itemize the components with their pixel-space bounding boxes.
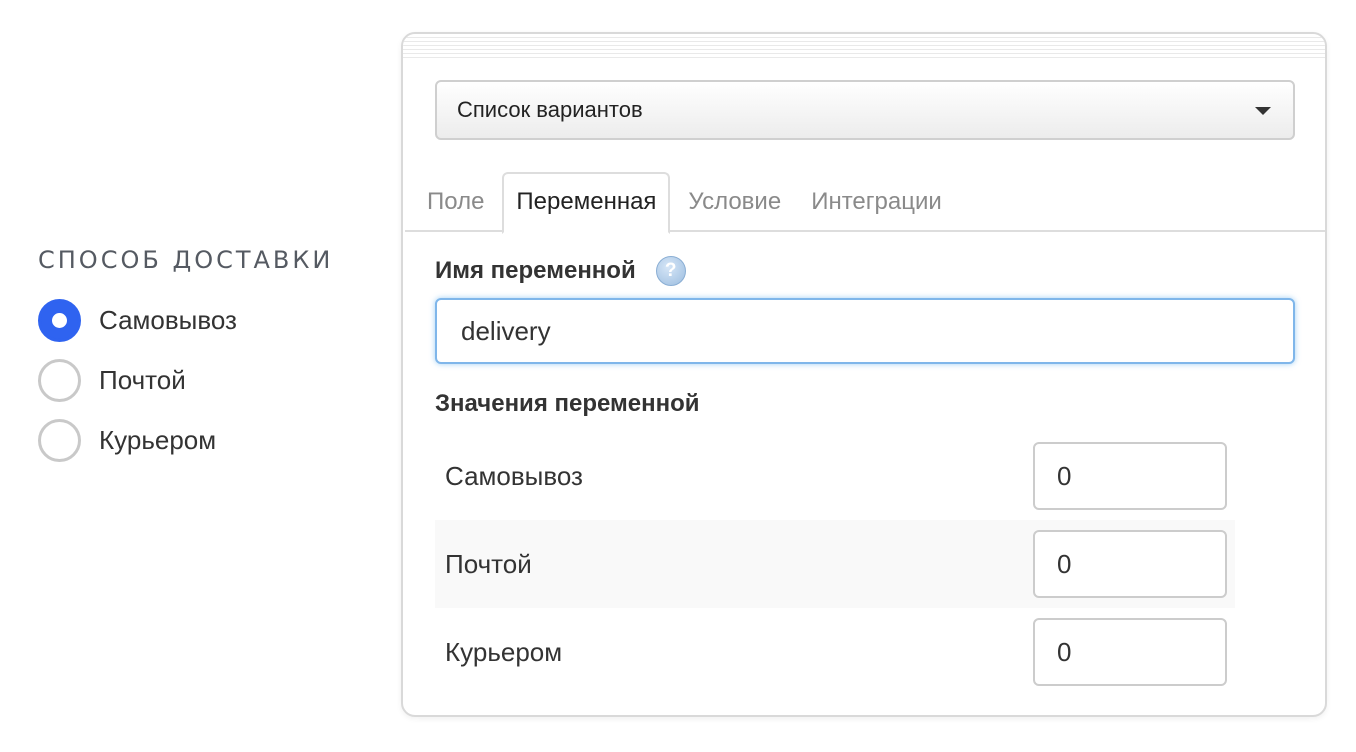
variable-values-heading: Значения переменной [435, 390, 700, 417]
tab-variable[interactable]: Переменная [502, 172, 671, 234]
variable-values-table: Самовывоз Почтой Курьером [435, 432, 1235, 696]
radio-option-courier[interactable]: Курьером [38, 410, 333, 470]
value-row-label: Почтой [445, 548, 532, 579]
variable-name-label: Имя переменной [435, 257, 636, 284]
value-row-post: Почтой [435, 520, 1235, 608]
field-settings-panel: Список вариантов Поле Переменная Условие… [401, 32, 1327, 717]
settings-tabs: Поле Переменная Условие Интеграции [405, 172, 1325, 234]
variable-name-heading: Имя переменной ? [435, 256, 686, 286]
radio-label: Курьером [99, 424, 217, 455]
field-type-value: Список вариантов [457, 97, 643, 122]
value-row-label: Курьером [445, 636, 563, 667]
help-icon[interactable]: ? [655, 256, 686, 286]
tab-condition[interactable]: Условие [676, 172, 793, 232]
form-builder-screen: СПОСОБ ДОСТАВКИ Самовывоз Почтой Курьеро… [0, 0, 1356, 752]
panel-drag-handle[interactable] [403, 34, 1325, 58]
field-type-select[interactable]: Список вариантов [435, 80, 1295, 140]
radio-option-pickup[interactable]: Самовывоз [38, 290, 333, 350]
radio-label: Почтой [99, 364, 186, 395]
tab-integrations[interactable]: Интеграции [799, 172, 954, 232]
value-input-courier[interactable] [1033, 618, 1227, 686]
radio-unchecked-icon[interactable] [38, 418, 81, 462]
caret-down-icon [1255, 107, 1271, 115]
value-row-pickup: Самовывоз [435, 432, 1235, 520]
radio-checked-icon[interactable] [38, 298, 81, 342]
delivery-field-preview: СПОСОБ ДОСТАВКИ Самовывоз Почтой Курьеро… [38, 246, 333, 470]
field-title: СПОСОБ ДОСТАВКИ [38, 246, 334, 274]
radio-unchecked-icon[interactable] [38, 358, 81, 402]
variable-name-input[interactable] [435, 298, 1295, 364]
value-row-courier: Курьером [435, 608, 1235, 696]
value-input-pickup[interactable] [1033, 442, 1227, 510]
radio-label: Самовывоз [99, 304, 237, 335]
tab-field[interactable]: Поле [415, 172, 496, 232]
value-input-post[interactable] [1033, 530, 1227, 598]
value-row-label: Самовывоз [445, 460, 583, 491]
radio-option-post[interactable]: Почтой [38, 350, 333, 410]
